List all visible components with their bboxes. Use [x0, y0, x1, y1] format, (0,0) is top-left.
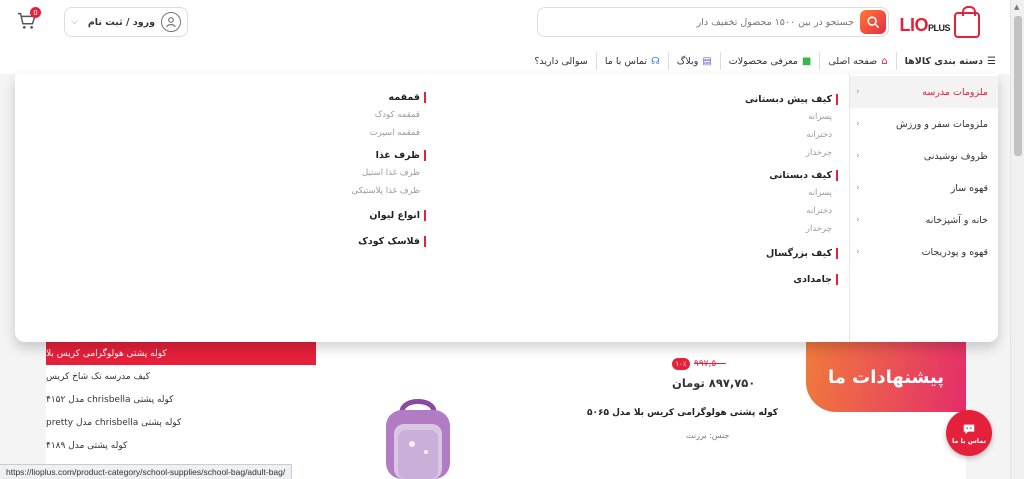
status-url: https://lioplus.com/product-category/sch…: [6, 467, 286, 477]
nav-blog[interactable]: ▤ وبلاگ: [667, 52, 720, 70]
video-icon: ■: [801, 55, 812, 67]
list-item[interactable]: کوله پشتی chrisbella مدل pretty: [46, 411, 316, 434]
category-label: قهوه و پودریجات: [921, 246, 988, 258]
menu-heading[interactable]: کیف بزرگسال: [745, 244, 838, 262]
browser-status-bar: https://lioplus.com/product-category/sch…: [0, 464, 293, 479]
chevron-left-icon: ‹: [856, 87, 860, 97]
product-side-list: کوله پشتی هولوگرامی کریس بلا کیف مدرسه ت…: [46, 342, 316, 479]
scroll-up-icon[interactable]: ▲: [1014, 3, 1019, 11]
menu-heading[interactable]: کیف دبستانی: [745, 166, 838, 184]
product-price: ۸۹۷,۷۵۰ تومان: [672, 376, 756, 390]
main-nav: ☰ دسته بندی کالاها ⌂ صفحه اصلی ■ معرفی م…: [526, 50, 996, 72]
chevron-left-icon: ‹: [856, 215, 860, 225]
mega-menu-categories: ملزومات مدرسه ‹ ملزومات سفر و ورزش ‹ ظرو…: [849, 74, 998, 342]
menu-link[interactable]: دخترانه: [745, 202, 838, 220]
search-button[interactable]: [860, 10, 886, 34]
menu-link[interactable]: قمقمه اسپرت: [352, 124, 426, 142]
mega-menu-column-bottles: قمقمه قمقمه کودک قمقمه اسپرت ظرف غذا ظرف…: [352, 88, 426, 250]
nav-label: دسته بندی کالاها: [904, 55, 984, 67]
contact-fab-button[interactable]: تماس با ما: [946, 410, 992, 456]
search-box: [537, 7, 889, 37]
menu-icon: ☰: [987, 55, 996, 67]
nav-products-intro[interactable]: ■ معرفی محصولات: [719, 52, 820, 70]
menu-link[interactable]: ظرف غذا استیل: [352, 164, 426, 182]
category-label: قهوه ساز: [950, 182, 988, 194]
logo-text: LIOPLUS: [899, 14, 950, 35]
chevron-left-icon: ‹: [856, 119, 860, 129]
categories-mega-menu: ملزومات مدرسه ‹ ملزومات سفر و ورزش ‹ ظرو…: [15, 74, 998, 342]
nav-contact[interactable]: ☊ تماس با ما: [595, 52, 668, 70]
nav-faq[interactable]: سوالی دارید؟: [526, 52, 595, 70]
category-coffee-maker[interactable]: قهوه ساز ‹: [850, 172, 998, 204]
login-label: ورود / ثبت نام: [87, 16, 155, 28]
promo-title: پیشنهادات ما: [827, 366, 945, 388]
category-school-supplies[interactable]: ملزومات مدرسه ‹: [850, 76, 998, 108]
menu-heading[interactable]: فلاسک کودک: [352, 232, 426, 250]
nav-home[interactable]: ⌂ صفحه اصلی: [819, 52, 895, 70]
list-item[interactable]: کوله پشتی مدل ۴۱۸۹: [46, 434, 316, 457]
list-item[interactable]: کوله پشتی chrisbella مدل ۴۱۵۲: [46, 388, 316, 411]
mega-menu-column-bags: کیف پیش دبستانی پسرانه دخترانه چرخدار کی…: [745, 90, 838, 288]
blog-icon: ▤: [702, 55, 712, 67]
chevron-left-icon: ‹: [856, 151, 860, 161]
menu-link[interactable]: قمقمه کودک: [352, 106, 426, 124]
contact-fab-label: تماس با ما: [951, 436, 987, 445]
nav-categories[interactable]: ☰ دسته بندی کالاها: [895, 52, 996, 70]
old-price: ۹۹۷,۵۰۰: [694, 359, 726, 369]
nav-label: صفحه اصلی: [828, 55, 878, 67]
promo-banner: پیشنهادات ما: [806, 342, 966, 412]
chevron-left-icon: ‹: [856, 183, 860, 193]
menu-link[interactable]: چرخدار: [745, 220, 838, 238]
page-scrollbar[interactable]: ▲: [1010, 0, 1024, 479]
category-label: خانه و آشپزخانه: [925, 214, 988, 226]
menu-link[interactable]: چرخدار: [745, 144, 838, 162]
menu-heading[interactable]: ظرف غذا: [352, 146, 426, 164]
menu-link[interactable]: پسرانه: [745, 184, 838, 202]
category-label: ظروف نوشیدنی: [923, 150, 988, 162]
menu-heading[interactable]: قمقمه: [352, 88, 426, 106]
chevron-left-icon: ‹: [856, 247, 860, 257]
menu-heading[interactable]: کیف پیش دبستانی: [745, 90, 838, 108]
search-icon: [867, 16, 880, 29]
list-item[interactable]: کوله پشتی هولوگرامی کریس بلا: [46, 342, 316, 365]
site-header: LIOPLUS ورود / ثبت نام ⌵ 0 ☰ دسته بندی ک…: [0, 0, 1010, 74]
login-button[interactable]: ورود / ثبت نام ⌵: [64, 7, 188, 37]
chevron-down-icon: ⌵: [71, 17, 78, 27]
nav-label: وبلاگ: [676, 55, 699, 67]
product-title[interactable]: کوله پشتی هولوگرامی کریس بلا مدل ۵۰۶۵: [587, 408, 778, 418]
category-coffee-powders[interactable]: قهوه و پودریجات ‹: [850, 236, 998, 268]
cart-badge: 0: [30, 7, 41, 18]
headset-icon: ☊: [651, 55, 660, 67]
menu-link[interactable]: دخترانه: [745, 126, 838, 144]
discount-badge: ۱۰٪: [672, 358, 690, 370]
category-label: ملزومات مدرسه: [922, 86, 988, 98]
nav-label: معرفی محصولات: [728, 55, 798, 67]
product-material: جنس: برزنت: [686, 431, 730, 440]
nav-label: تماس با ما: [604, 55, 648, 67]
category-drinkware[interactable]: ظروف نوشیدنی ‹: [850, 140, 998, 172]
home-icon: ⌂: [881, 55, 888, 67]
user-icon: [161, 12, 181, 32]
category-travel-sport[interactable]: ملزومات سفر و ورزش ‹: [850, 108, 998, 140]
scroll-thumb[interactable]: [1014, 16, 1022, 156]
category-label: ملزومات سفر و ورزش: [895, 118, 988, 130]
menu-heading[interactable]: انواع لیوان: [352, 206, 426, 224]
menu-link[interactable]: پسرانه: [745, 108, 838, 126]
list-item[interactable]: کیف مدرسه تک شاخ کریس: [46, 365, 316, 388]
nav-label: سوالی دارید؟: [534, 55, 588, 67]
backpack-image[interactable]: [372, 392, 464, 479]
site-logo[interactable]: LIOPLUS: [880, 6, 980, 42]
menu-link[interactable]: ظرف غذا پلاستیکی: [352, 182, 426, 200]
menu-heading[interactable]: جامدادی: [745, 270, 838, 288]
search-input[interactable]: [554, 8, 854, 36]
gift-icon: [954, 6, 980, 38]
cart-button[interactable]: 0: [16, 7, 42, 34]
chat-icon: [963, 424, 975, 434]
category-home-kitchen[interactable]: خانه و آشپزخانه ‹: [850, 204, 998, 236]
